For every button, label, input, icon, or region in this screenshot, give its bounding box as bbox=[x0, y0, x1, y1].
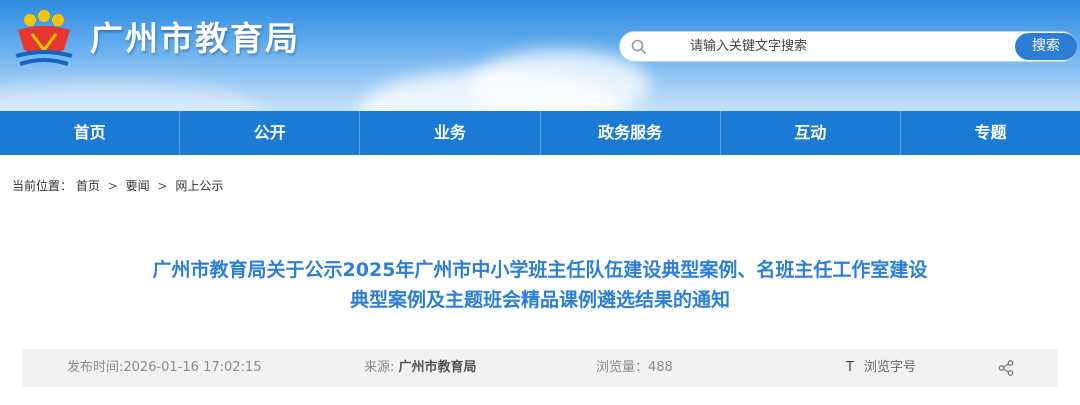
article-title-line1: 广州市教育局关于公示2025年广州市中小学班主任队伍建设典型案例、名班主任工作室… bbox=[152, 259, 928, 281]
breadcrumb-home[interactable]: 首页 bbox=[76, 179, 100, 193]
breadcrumb-online-notice[interactable]: 网上公示 bbox=[175, 179, 223, 193]
article-title: 广州市教育局关于公示2025年广州市中小学班主任队伍建设典型案例、名班主任工作室… bbox=[60, 255, 1020, 315]
search-bar: 搜索 bbox=[619, 31, 1077, 62]
source-value: 广州市教育局 bbox=[398, 360, 477, 375]
nav-item-gov-services[interactable]: 政务服务 bbox=[541, 111, 721, 155]
breadcrumb: 当前位置： 首页 > 要闻 > 网上公示 bbox=[12, 177, 223, 195]
font-size-button[interactable]: T 浏览字号 bbox=[846, 349, 916, 387]
header-cloud bbox=[0, 80, 260, 111]
education-bureau-logo bbox=[15, 10, 73, 66]
search-input[interactable] bbox=[690, 32, 990, 61]
nav-item-interaction[interactable]: 互动 bbox=[721, 111, 901, 155]
article-title-line2: 典型案例及主题班会精品课例遴选结果的通知 bbox=[349, 289, 730, 311]
breadcrumb-news[interactable]: 要闻 bbox=[126, 179, 150, 193]
main-nav: 首页 公开 业务 政务服务 互动 专题 bbox=[0, 111, 1080, 155]
nav-item-public[interactable]: 公开 bbox=[180, 111, 361, 155]
view-count: 浏览量：488 bbox=[596, 349, 673, 387]
publish-time-label: 发布时间: bbox=[67, 360, 124, 375]
nav-item-business[interactable]: 业务 bbox=[360, 111, 541, 155]
share-icon[interactable] bbox=[998, 360, 1014, 376]
nav-item-topics[interactable]: 专题 bbox=[901, 111, 1080, 155]
font-size-icon: T bbox=[846, 360, 854, 375]
publish-time: 发布时间:2026-01-16 17:02:15 bbox=[67, 349, 261, 387]
view-count-value: 488 bbox=[648, 360, 673, 375]
source-label: 来源: bbox=[364, 360, 399, 375]
site-header: 广州市教育局 搜索 bbox=[0, 0, 1080, 111]
publish-time-value: 2026-01-16 17:02:15 bbox=[123, 360, 262, 375]
view-count-label: 浏览量： bbox=[596, 360, 649, 375]
header-cloud bbox=[470, 50, 650, 111]
breadcrumb-prefix: 当前位置： bbox=[12, 179, 73, 193]
nav-item-home[interactable]: 首页 bbox=[0, 111, 181, 155]
search-button[interactable]: 搜索 bbox=[1015, 33, 1077, 60]
article-source: 来源: 广州市教育局 bbox=[364, 349, 477, 387]
article-meta-bar: 发布时间:2026-01-16 17:02:15 来源: 广州市教育局 浏览量：… bbox=[22, 349, 1058, 387]
font-size-label: 浏览字号 bbox=[863, 360, 916, 375]
breadcrumb-separator: > bbox=[107, 179, 118, 193]
site-title[interactable]: 广州市教育局 bbox=[90, 16, 300, 62]
search-icon bbox=[631, 39, 647, 55]
breadcrumb-separator: > bbox=[157, 179, 168, 193]
